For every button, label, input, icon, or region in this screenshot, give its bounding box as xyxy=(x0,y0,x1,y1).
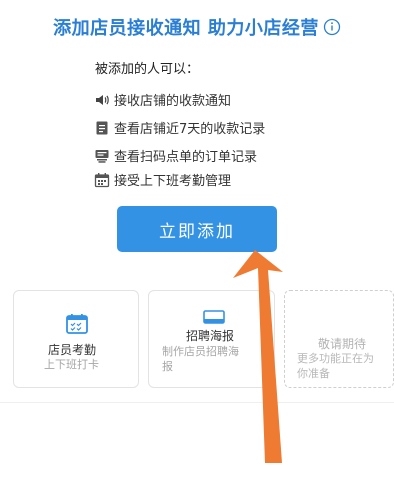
orange-arrow-annotation xyxy=(233,250,283,463)
